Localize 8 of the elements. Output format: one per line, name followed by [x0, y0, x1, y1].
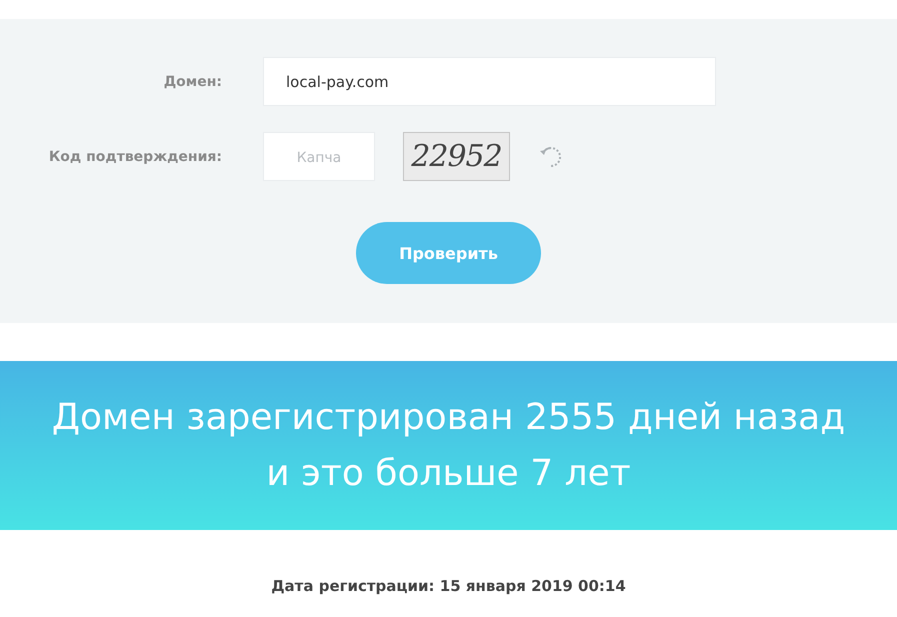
result-heading: и это больше 7 лет — [266, 452, 631, 496]
field-label: Домен: — [162, 74, 222, 90]
registration-date: Дата регистрации: 15 января 2019 00:14 — [270, 577, 627, 595]
captcha-field[interactable]: Капча — [263, 132, 375, 181]
domain-field[interactable]: local-pay.com — [263, 57, 716, 106]
field-label: Код подтверждения: — [48, 148, 222, 164]
result-heading: Домен зарегистрирован 2555 дней назад — [52, 396, 846, 440]
captcha-image: 22952 — [403, 132, 510, 181]
